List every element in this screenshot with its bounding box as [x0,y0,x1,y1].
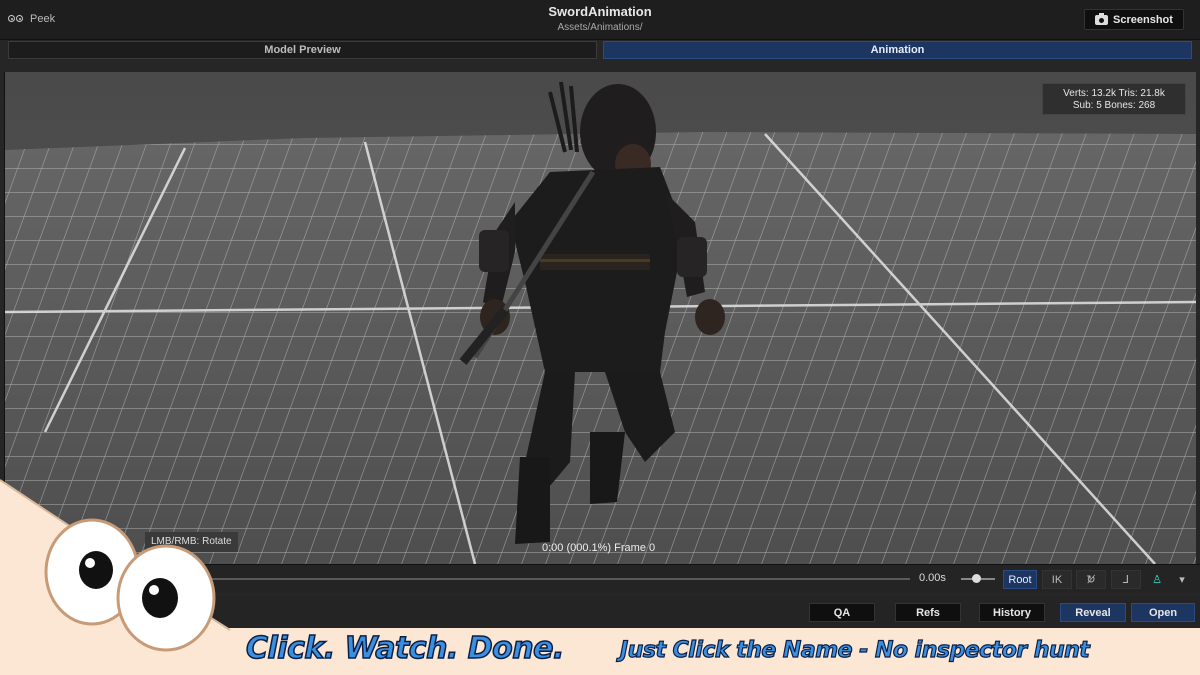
history-button[interactable]: History [979,603,1045,622]
refs-button[interactable]: Refs [895,603,961,622]
screenshot-label: Screenshot [1113,13,1173,26]
chevron-down-icon[interactable]: ▾ [1174,570,1190,589]
root-motion-button[interactable]: Root [1003,570,1037,589]
bones-icon[interactable]: ⅃ [1111,570,1141,589]
banner-tagline: Just Click the Name - No inspector hunt [619,637,1090,663]
loop-off-icon[interactable]: ↻̸ [1076,570,1106,589]
qa-button[interactable]: QA [809,603,875,622]
humanoid-icon[interactable]: ♙ [1146,570,1168,589]
screenshot-button[interactable]: Screenshot [1084,9,1184,30]
ik-button[interactable]: IK [1042,570,1072,589]
banner-slogan: Click. Watch. Done. [245,630,565,667]
open-button[interactable]: Open [1131,603,1195,622]
camera-icon [1095,12,1109,25]
frame-readout: 0:00 (000.1%) Frame 0 [542,542,656,554]
speed-slider-handle[interactable] [972,574,981,583]
mesh-stats: Verts: 13.2k Tris: 21.8k Sub: 5 Bones: 2… [1042,83,1186,115]
tab-animation[interactable]: Animation [603,41,1192,59]
stats-sub-bones: Sub: 5 Bones: 268 [1072,100,1156,111]
timeline-scrubber[interactable] [210,578,910,580]
time-readout: 0.00s [919,572,946,584]
eyes-mascot [0,479,260,675]
reveal-button[interactable]: Reveal [1060,603,1126,622]
editor-window: Peek SwordAnimation Assets/Animations/ S… [0,0,1200,675]
stats-verts-tris: Verts: 13.2k Tris: 21.8k [1063,88,1165,99]
